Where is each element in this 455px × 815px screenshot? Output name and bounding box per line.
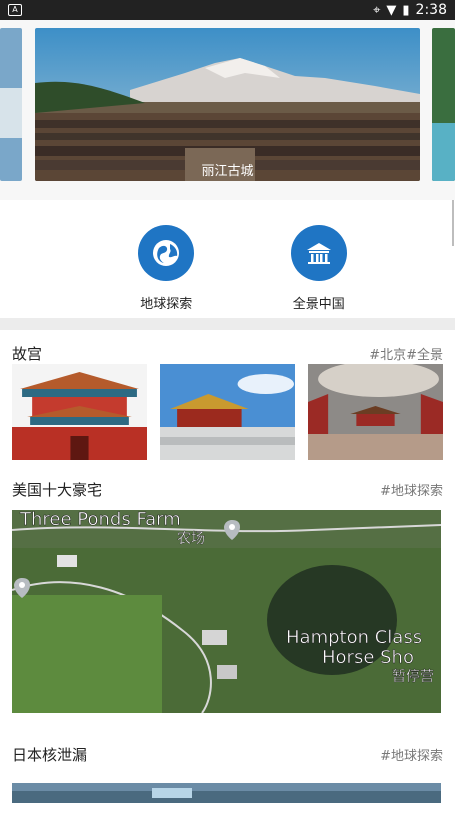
map-label-hampton-1: Hampton Class [286, 627, 422, 648]
section-tag[interactable]: #地球探索 [380, 480, 443, 499]
wifi-icon: ▼ [386, 2, 397, 18]
status-bar: A ⌖ ▼ ▮ 2:38 [0, 0, 455, 20]
temple-icon [290, 225, 347, 281]
section-title[interactable]: 故宫 [12, 343, 42, 364]
section-gugong: 故宫 #北京#全景 [0, 330, 455, 460]
section-mansions: 美国十大豪宅 #地球探索 Three Ponds Farm 农场 Hampton… [0, 460, 455, 713]
quick-links: 地球探索 全景中国 [0, 200, 455, 318]
carousel-next-slide[interactable] [432, 28, 455, 181]
carousel-caption: 丽江古城 [201, 164, 254, 179]
palace-photo-2[interactable] [160, 364, 295, 460]
quick-link-panorama-china[interactable]: 全景中国 [274, 225, 364, 318]
location-icon: ⌖ [373, 2, 381, 18]
app-notification-icon: A [8, 4, 22, 16]
banner-carousel[interactable]: 丽江古城 [0, 20, 455, 200]
section-tag[interactable]: #北京#全景 [369, 344, 443, 363]
map-label-farm-cn: 农场 [177, 531, 205, 547]
map-label-hampton-cn: 暂停营 [392, 668, 434, 685]
palace-photo-3[interactable] [308, 364, 443, 460]
map-label-farm-en: Three Ponds Farm [19, 510, 181, 530]
section-title[interactable]: 美国十大豪宅 [12, 479, 102, 500]
map-label-hampton-2: Horse Sho [322, 647, 414, 668]
carousel-prev-slide[interactable] [0, 28, 22, 181]
section-tag[interactable]: #地球探索 [380, 745, 443, 764]
section-preview-image[interactable] [12, 783, 443, 803]
status-time: 2:38 [415, 2, 447, 18]
quick-link-label: 全景中国 [292, 297, 345, 312]
satellite-map-image[interactable]: Three Ponds Farm 农场 Hampton Class Horse … [12, 510, 443, 713]
carousel-main-slide[interactable]: 丽江古城 [35, 28, 420, 181]
quick-link-label: 地球探索 [140, 297, 193, 312]
battery-icon: ▮ [402, 2, 410, 18]
section-japan-nuclear: 日本核泄漏 #地球探索 [0, 713, 455, 803]
section-title[interactable]: 日本核泄漏 [12, 744, 87, 765]
quick-link-earth-explore[interactable]: 地球探索 [121, 225, 211, 318]
globe-icon [138, 225, 195, 281]
palace-photo-1[interactable] [12, 364, 147, 460]
section-divider [0, 318, 455, 330]
